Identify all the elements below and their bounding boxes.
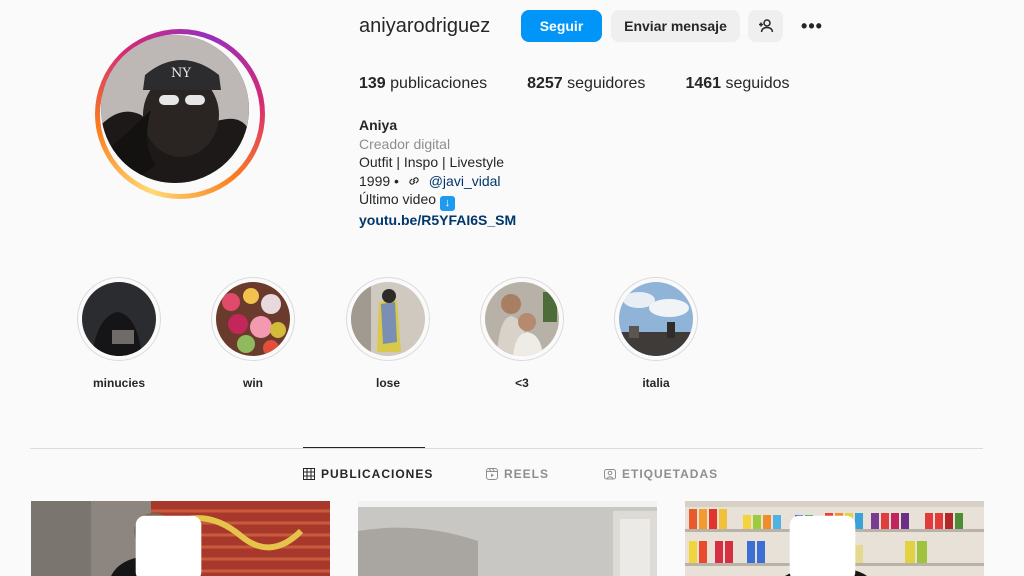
highlight-ring[interactable] bbox=[614, 277, 698, 361]
highlight-label: minucies bbox=[92, 376, 146, 390]
followers-label: seguidores bbox=[567, 75, 646, 92]
post-thumbnail[interactable] bbox=[685, 501, 984, 576]
tagged-icon bbox=[604, 469, 616, 480]
highlight-cover bbox=[351, 282, 425, 356]
bio-line: Outfit | Inspo | Livestyle bbox=[359, 154, 505, 170]
more-options-button[interactable]: ••• bbox=[795, 10, 829, 42]
mention-link[interactable]: @javi_vidal bbox=[429, 173, 501, 189]
following-count: 1461 bbox=[685, 75, 722, 92]
posts-label: publicaciones bbox=[390, 75, 488, 92]
profile-stats: 139 publicaciones 8257 seguidores 1461 s… bbox=[359, 75, 830, 93]
highlight-item[interactable]: <3 bbox=[480, 277, 564, 390]
highlight-item[interactable]: minucies bbox=[77, 277, 161, 390]
tab-posts[interactable]: PUBLICACIONES bbox=[303, 467, 433, 481]
highlight-label: <3 bbox=[515, 376, 529, 390]
highlight-ring[interactable] bbox=[77, 277, 161, 361]
followers-count: 8257 bbox=[527, 75, 563, 92]
posts-stat: 139 publicaciones bbox=[359, 75, 487, 93]
highlight-cover bbox=[216, 282, 290, 356]
highlight-label: win bbox=[243, 376, 263, 390]
avatar-photo: NY bbox=[101, 35, 249, 183]
highlight-label: lose bbox=[375, 376, 400, 390]
highlight-ring[interactable] bbox=[211, 277, 295, 361]
down-arrow-icon: ↓ bbox=[440, 196, 456, 211]
add-user-icon bbox=[758, 19, 773, 33]
display-name: Aniya bbox=[359, 117, 398, 133]
multiple-posts-icon bbox=[789, 515, 856, 576]
tab-tagged-label: ETIQUETADAS bbox=[622, 467, 719, 481]
reels-icon bbox=[486, 468, 498, 480]
profile-avatar-ring[interactable]: NY bbox=[95, 29, 265, 199]
highlight-cover bbox=[485, 282, 559, 356]
tab-reels[interactable]: REELS bbox=[486, 467, 549, 481]
follow-button[interactable]: Seguir bbox=[521, 10, 602, 42]
send-message-button[interactable]: Enviar mensaje bbox=[611, 10, 740, 42]
post-thumbnail[interactable] bbox=[358, 501, 657, 576]
tab-tagged[interactable]: ETIQUETADAS bbox=[604, 467, 718, 481]
svg-text:NY: NY bbox=[171, 66, 191, 81]
highlight-item[interactable]: lose bbox=[346, 277, 430, 390]
grid-icon bbox=[303, 468, 315, 480]
link-icon bbox=[409, 176, 419, 185]
highlight-label: italia bbox=[642, 376, 670, 390]
post-thumbnail[interactable] bbox=[31, 501, 330, 576]
highlight-ring[interactable] bbox=[480, 277, 564, 361]
highlight-cover bbox=[82, 282, 156, 356]
posts-count: 139 bbox=[359, 75, 386, 92]
followers-stat[interactable]: 8257 seguidores bbox=[527, 75, 645, 93]
tabs-divider bbox=[30, 448, 983, 449]
active-tab-indicator bbox=[303, 447, 425, 448]
suggest-users-button[interactable] bbox=[748, 10, 783, 42]
highlight-ring[interactable] bbox=[346, 277, 430, 361]
tab-reels-label: REELS bbox=[504, 467, 550, 481]
username: aniyarodriguez bbox=[359, 15, 491, 37]
multiple-posts-icon bbox=[135, 515, 202, 576]
video-text: Último video bbox=[359, 191, 437, 207]
highlight-cover bbox=[619, 282, 693, 356]
external-link[interactable]: youtu.be/R5YFAI6S_SM bbox=[359, 211, 516, 230]
avatar[interactable]: NY bbox=[101, 35, 249, 183]
tab-posts-label: PUBLICACIONES bbox=[321, 467, 434, 481]
category-label: Creador digital bbox=[359, 135, 451, 152]
following-stat[interactable]: 1461 seguidos bbox=[685, 75, 789, 93]
bio-year: 1999 • bbox=[359, 172, 399, 189]
highlight-item[interactable]: italia bbox=[614, 277, 698, 390]
bio-year-line: 1999 • @javi_vidal bbox=[359, 172, 516, 191]
highlight-item[interactable]: win bbox=[211, 277, 295, 390]
post-image bbox=[358, 501, 657, 576]
profile-bio: Aniya Creador digital Outfit | Inspo | L… bbox=[359, 116, 516, 230]
video-line: Último video ↓ bbox=[359, 190, 516, 211]
following-label: seguidos bbox=[725, 75, 790, 92]
